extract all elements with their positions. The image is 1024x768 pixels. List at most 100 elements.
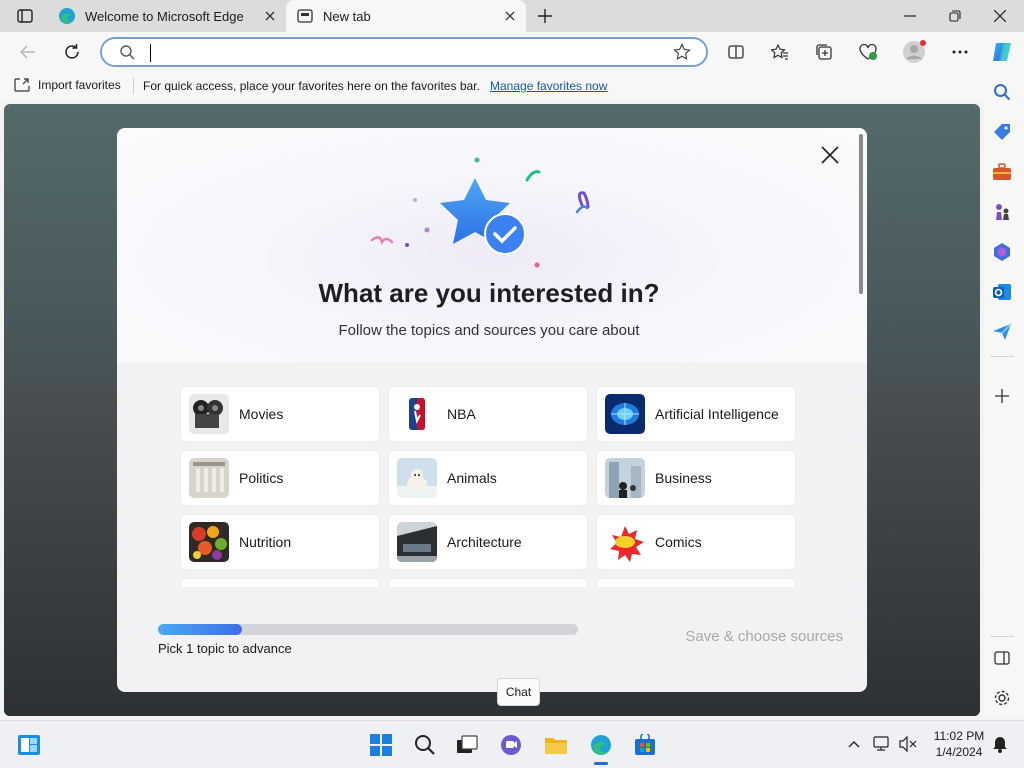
ai-thumbnail: [605, 394, 645, 434]
favorite-star-icon[interactable]: [672, 42, 692, 62]
refresh-button[interactable]: [60, 40, 84, 64]
tab-actions-icon[interactable]: [14, 6, 36, 26]
close-window-button[interactable]: [988, 4, 1012, 28]
notification-icon[interactable]: [990, 734, 1010, 754]
clock-date: 1/4/2024: [935, 745, 983, 759]
favorites-hint: For quick access, place your favorites h…: [143, 79, 480, 93]
scroll-fade: [117, 587, 867, 607]
edge-icon: [58, 7, 76, 25]
topic-label: Nutrition: [239, 534, 292, 550]
topic-card-partial[interactable]: [181, 579, 379, 587]
topic-business[interactable]: Business: [597, 451, 795, 505]
topic-politics[interactable]: Politics: [181, 451, 379, 505]
import-favorites-button[interactable]: Import favorites: [14, 78, 121, 92]
star-check-illustration: [367, 150, 607, 270]
active-app-indicator: [594, 762, 608, 765]
widgets-icon[interactable]: [14, 730, 44, 760]
dialog-subtitle: Follow the topics and sources you care a…: [338, 322, 640, 339]
animals-thumbnail: [397, 458, 437, 498]
minimize-button[interactable]: [898, 4, 922, 28]
tab-label: New tab: [323, 8, 371, 24]
volume-muted-icon[interactable]: [898, 734, 918, 754]
movies-thumbnail: [189, 394, 229, 434]
hide-sidebar-icon[interactable]: [990, 646, 1014, 670]
copilot-icon[interactable]: [988, 38, 1016, 66]
topic-movies[interactable]: Movies: [181, 387, 379, 441]
edge-taskbar-icon[interactable]: [586, 730, 616, 760]
show-hidden-icons[interactable]: [844, 734, 864, 754]
topic-nutrition[interactable]: Nutrition: [181, 515, 379, 569]
topic-architecture[interactable]: Architecture: [389, 515, 587, 569]
games-chess-icon[interactable]: [990, 200, 1014, 224]
topic-label: Politics: [239, 470, 284, 486]
topic-label: Artificial Intelligence: [655, 406, 779, 422]
nba-logo-thumbnail: [397, 394, 437, 434]
start-icon[interactable]: [366, 730, 396, 760]
settings-more-icon[interactable]: [948, 40, 972, 64]
favorites-icon[interactable]: [768, 40, 792, 64]
tab-label: Welcome to Microsoft Edge: [85, 8, 244, 24]
clock-time: 11:02 PM: [933, 729, 985, 743]
back-button[interactable]: [16, 40, 40, 64]
newtab-icon: [296, 7, 314, 25]
microsoft-365-icon[interactable]: [990, 240, 1014, 264]
chat-icon[interactable]: [496, 730, 526, 760]
topic-animals[interactable]: Animals: [389, 451, 587, 505]
topic-comics[interactable]: Comics: [597, 515, 795, 569]
split-screen-icon[interactable]: [724, 40, 748, 64]
interests-dialog: What are you interested in? Follow the t…: [117, 128, 867, 692]
network-icon[interactable]: [872, 734, 892, 754]
shopping-tag-icon[interactable]: [990, 120, 1014, 144]
topic-label: Animals: [447, 470, 497, 486]
topic-nba[interactable]: NBA: [389, 387, 587, 441]
topic-label: Movies: [239, 406, 284, 422]
file-explorer-icon[interactable]: [541, 730, 571, 760]
topic-artificial-intelligence[interactable]: Artificial Intelligence: [597, 387, 795, 441]
add-icon[interactable]: [990, 384, 1014, 408]
topic-label: Comics: [655, 534, 702, 550]
outlook-icon[interactable]: [990, 280, 1014, 304]
tab-welcome[interactable]: Welcome to Microsoft Edge: [48, 0, 286, 32]
topic-label: Architecture: [447, 534, 522, 550]
dialog-scrollbar[interactable]: [859, 134, 863, 294]
restore-button[interactable]: [943, 4, 967, 28]
topic-card-partial[interactable]: [597, 579, 795, 587]
profile-avatar[interactable]: [900, 38, 928, 66]
topic-card-partial[interactable]: [389, 579, 587, 587]
address-bar[interactable]: [100, 37, 708, 67]
browser-essentials-icon[interactable]: [856, 40, 880, 64]
close-icon[interactable]: [817, 142, 843, 168]
import-icon: [14, 78, 30, 92]
manage-favorites-link[interactable]: Manage favorites now: [490, 79, 607, 93]
text-caret: [150, 44, 151, 62]
progress-fill: [158, 624, 242, 635]
import-favorites-label: Import favorites: [38, 78, 121, 92]
tools-briefcase-icon[interactable]: [990, 160, 1014, 184]
progress-label: Pick 1 topic to advance: [158, 641, 292, 656]
dialog-title: What are you interested in?: [318, 278, 660, 308]
politics-thumbnail: [189, 458, 229, 498]
task-view-icon[interactable]: [452, 730, 482, 760]
nutrition-thumbnail: [189, 522, 229, 562]
clock[interactable]: 11:02 PM 1/4/2024: [930, 728, 988, 760]
business-thumbnail: [605, 458, 645, 498]
close-tab-icon[interactable]: [260, 6, 280, 26]
sidebar-search-icon[interactable]: [990, 80, 1014, 104]
close-tab-icon[interactable]: [500, 6, 520, 26]
tab-new-tab[interactable]: New tab: [286, 0, 526, 32]
architecture-thumbnail: [397, 522, 437, 562]
send-drop-icon[interactable]: [990, 320, 1014, 344]
sidebar-divider: [990, 636, 1014, 637]
sidebar-settings-icon[interactable]: [990, 686, 1014, 710]
store-icon[interactable]: [630, 730, 660, 760]
sidebar-divider: [990, 356, 1014, 357]
save-choose-sources-button[interactable]: Save & choose sources: [637, 628, 843, 645]
collections-icon[interactable]: [812, 40, 836, 64]
new-tab-button[interactable]: [534, 5, 556, 27]
address-input[interactable]: [150, 42, 650, 62]
taskbar-search-icon[interactable]: [410, 730, 440, 760]
topic-label: Business: [655, 470, 712, 486]
topic-label: NBA: [447, 406, 476, 422]
search-icon: [118, 43, 136, 61]
chat-tooltip: Chat: [497, 678, 540, 706]
